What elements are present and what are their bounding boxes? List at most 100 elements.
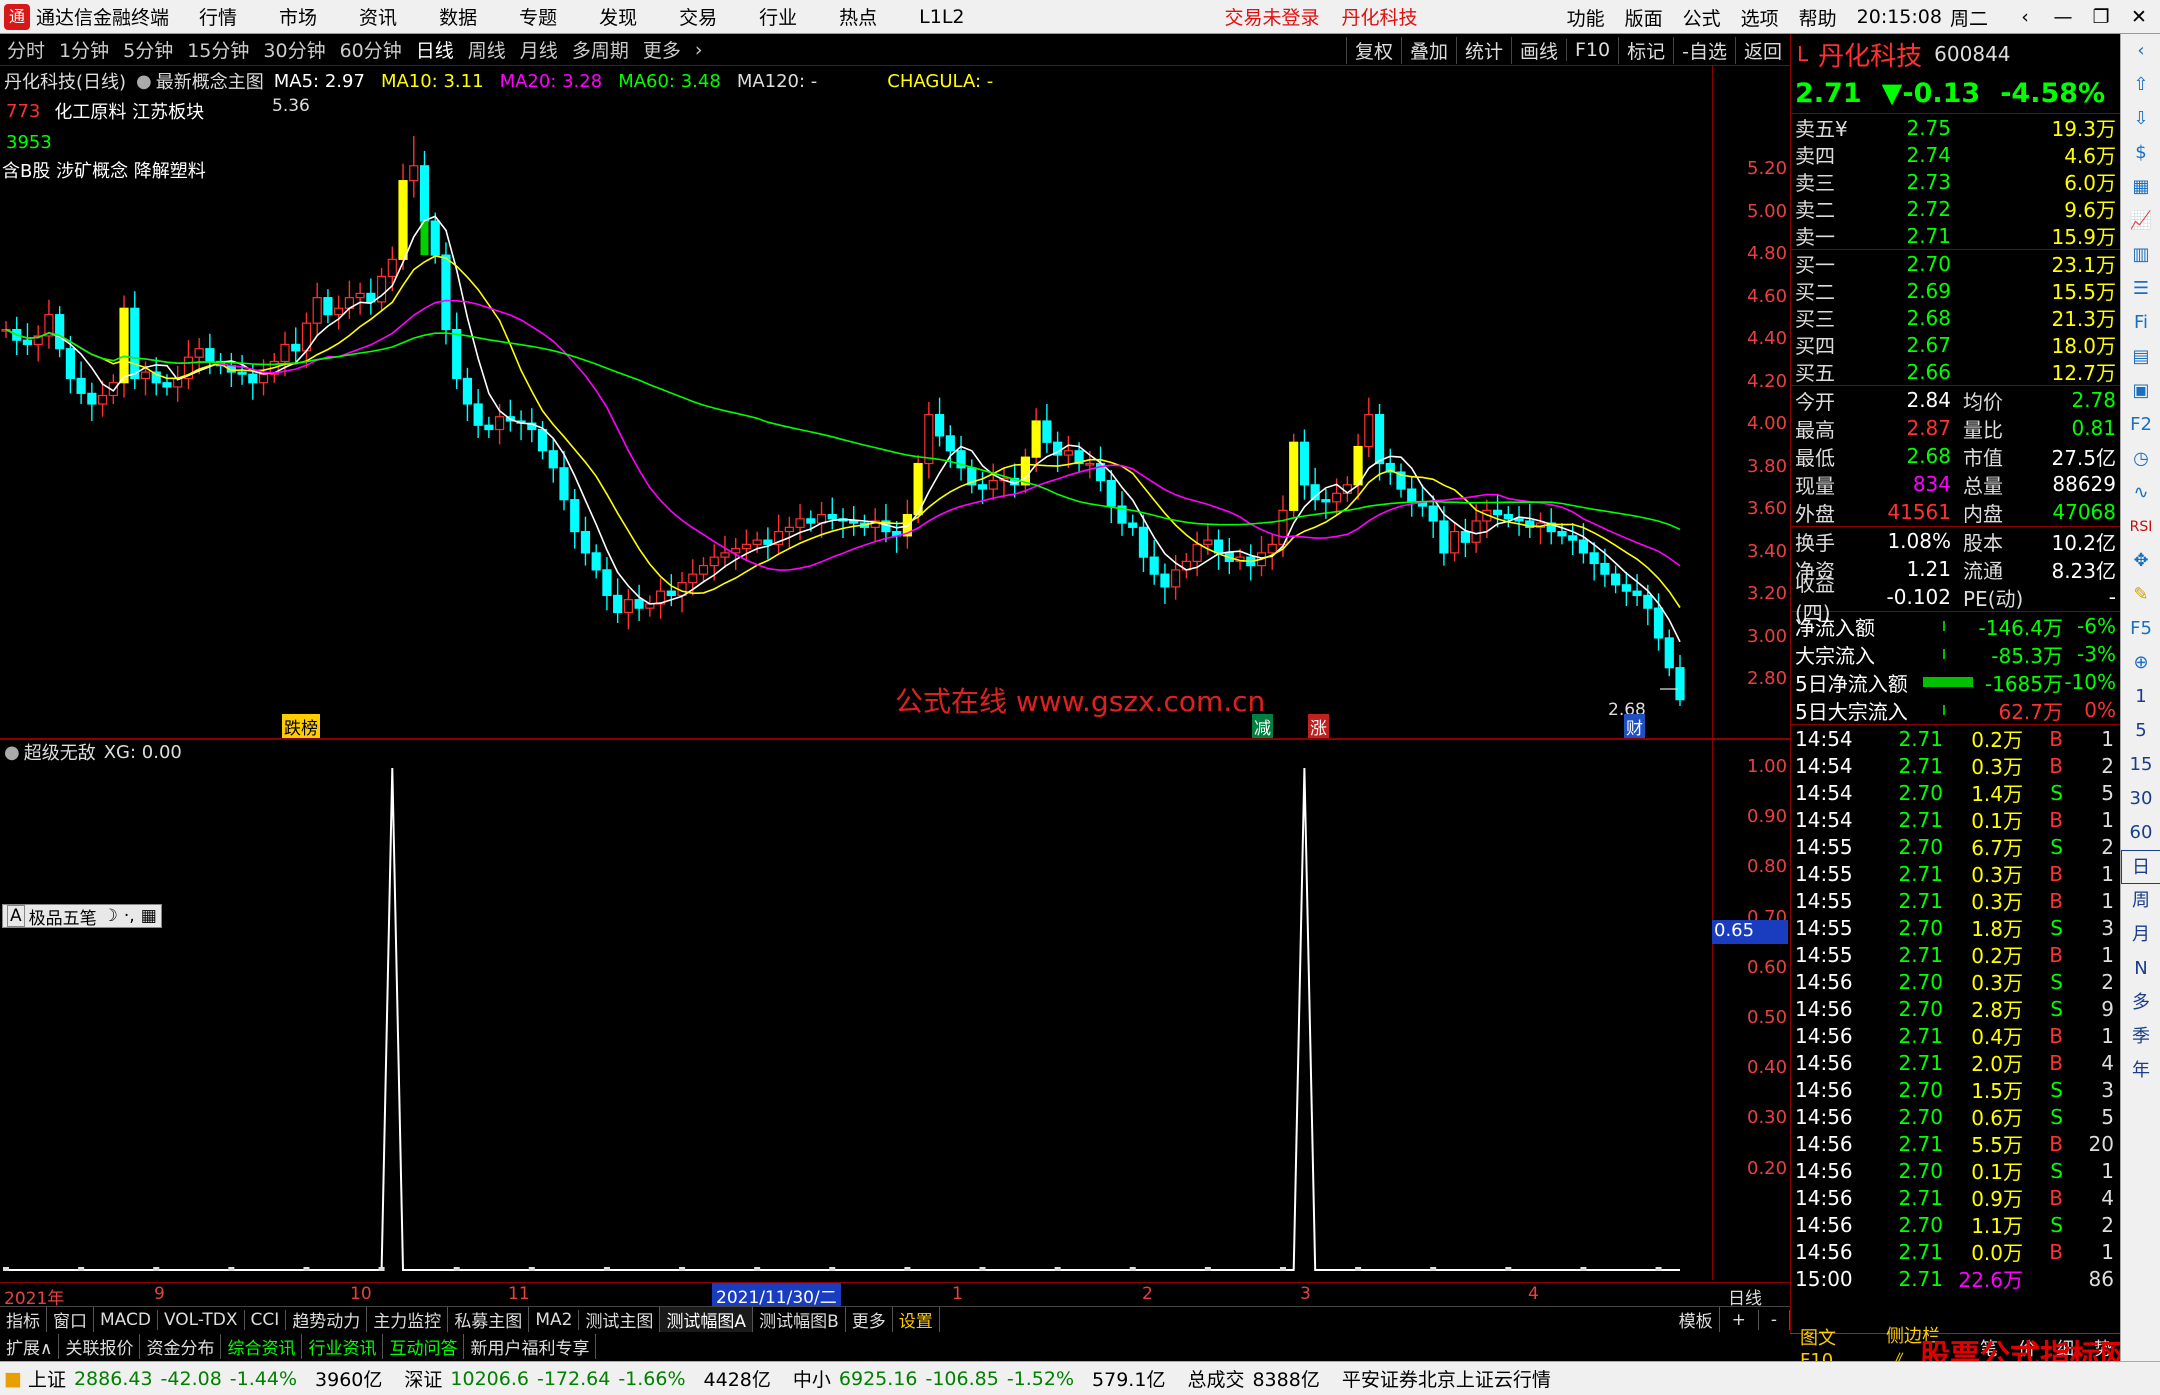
candle-body[interactable] xyxy=(398,180,408,260)
menu-item-hangye[interactable]: 行业 xyxy=(759,3,797,30)
tab-indicator[interactable]: 指标 xyxy=(0,1307,47,1332)
menu-right-xuanxiang[interactable]: 选项 xyxy=(1741,4,1779,31)
tab-test-sub-a[interactable]: 测试幅图A xyxy=(660,1307,754,1332)
candle-body[interactable] xyxy=(387,258,397,277)
candle-body[interactable] xyxy=(1106,479,1116,507)
candle-body[interactable] xyxy=(623,599,633,614)
tag-dieb[interactable]: 跌榜 xyxy=(282,714,320,739)
candle-body[interactable] xyxy=(570,499,580,533)
candle-body[interactable] xyxy=(1407,488,1417,503)
bid-row[interactable]: 买二 2.69 15.5万 xyxy=(1791,277,2120,305)
tab-news[interactable]: 综合资讯 xyxy=(221,1333,303,1359)
candle-body[interactable] xyxy=(548,450,558,469)
tag-zhang[interactable]: 涨 xyxy=(1308,714,1329,739)
f5-icon[interactable]: F5 xyxy=(2121,612,2160,646)
candle-body[interactable] xyxy=(1675,667,1685,701)
zx-label[interactable]: 中小 xyxy=(793,1365,831,1392)
tab-60min[interactable]: 60分钟 xyxy=(333,36,409,63)
candle-body[interactable] xyxy=(1289,441,1299,511)
punctuation-icon[interactable]: ·, xyxy=(124,906,135,926)
candle-body[interactable] xyxy=(1578,539,1589,554)
dollar-circle-icon[interactable]: ⊕ xyxy=(2121,646,2160,680)
add-pane-button[interactable]: + xyxy=(1720,1309,1759,1330)
candle-body[interactable] xyxy=(1138,526,1149,558)
menu-item-zhuanti[interactable]: 专题 xyxy=(519,3,557,30)
bid-row[interactable]: 买三 2.68 21.3万 xyxy=(1791,304,2120,332)
line-chart-icon[interactable]: 📈 xyxy=(2121,204,2160,238)
candle-body[interactable] xyxy=(806,518,816,524)
candle-body[interactable] xyxy=(1632,590,1642,597)
tab-vol-tdx[interactable]: VOL-TDX xyxy=(158,1309,245,1330)
tab-new-user-offer[interactable]: 新用户福利专享 xyxy=(464,1333,597,1359)
tab-test-sub-b[interactable]: 测试幅图B xyxy=(753,1307,846,1332)
sidebar-period-1[interactable]: 1 xyxy=(2121,680,2160,714)
ask-row[interactable]: 卖二 2.72 9.6万 xyxy=(1791,195,2120,223)
candle-body[interactable] xyxy=(559,467,569,501)
candle-body[interactable] xyxy=(140,371,151,380)
candle-body[interactable] xyxy=(602,569,612,597)
sidebar-period-60[interactable]: 60 xyxy=(2121,816,2160,850)
bar-chart-icon[interactable]: ▥ xyxy=(2121,238,2160,272)
candle-body[interactable] xyxy=(634,599,644,609)
indicator-chart[interactable] xyxy=(0,740,1710,1280)
candle-body[interactable] xyxy=(709,556,719,567)
op-diejia[interactable]: 叠加 xyxy=(1400,36,1456,64)
tab-fenshi[interactable]: 分时 xyxy=(0,36,52,63)
candle-body[interactable] xyxy=(430,220,440,256)
ask-row[interactable]: 卖五¥ 2.75 19.3万 xyxy=(1791,114,2120,142)
candle-body[interactable] xyxy=(784,526,794,533)
candle-body[interactable] xyxy=(1428,505,1438,522)
candle-body[interactable] xyxy=(849,520,859,524)
minimize-icon[interactable]: — xyxy=(2046,6,2080,28)
settings-circle-icon[interactable]: ● xyxy=(136,71,152,92)
menu-right-gongshi[interactable]: 公式 xyxy=(1683,4,1721,31)
candle-body[interactable] xyxy=(1450,530,1460,554)
candle-body[interactable] xyxy=(1213,539,1224,554)
tab-monthly[interactable]: 月线 xyxy=(513,36,565,63)
candle-body[interactable] xyxy=(1031,420,1041,458)
menu-item-shuju[interactable]: 数据 xyxy=(439,3,477,30)
candle-body[interactable] xyxy=(1621,584,1631,592)
arrow-down-icon[interactable]: ⇩ xyxy=(2121,102,2160,136)
candle-body[interactable] xyxy=(312,297,322,324)
bid-row[interactable]: 买五 2.66 12.7万 xyxy=(1791,358,2120,386)
op-tongji[interactable]: 统计 xyxy=(1455,36,1511,64)
menu-item-faxian[interactable]: 发现 xyxy=(599,3,637,30)
candle-body[interactable] xyxy=(537,428,548,452)
candle-body[interactable] xyxy=(55,314,65,350)
candle-body[interactable] xyxy=(1600,562,1610,575)
candle-body[interactable] xyxy=(1503,513,1513,520)
candle-body[interactable] xyxy=(1557,530,1567,537)
sidebar-period-multi[interactable]: 多 xyxy=(2121,986,2160,1020)
tab-15min[interactable]: 15分钟 xyxy=(180,36,256,63)
candle-body[interactable] xyxy=(763,539,773,545)
candle-body[interactable] xyxy=(419,165,430,222)
candle-body[interactable] xyxy=(613,594,623,614)
candle-body[interactable] xyxy=(22,339,33,346)
candlestick-chart[interactable] xyxy=(0,66,1710,738)
candle-body[interactable] xyxy=(1374,414,1385,465)
menu-item-zixun[interactable]: 资讯 xyxy=(359,3,397,30)
template-button[interactable]: 模板 xyxy=(1673,1307,1720,1332)
candle-body[interactable] xyxy=(698,565,709,575)
candle-body[interactable] xyxy=(87,392,97,405)
candle-body[interactable] xyxy=(65,348,75,380)
tab-weekly[interactable]: 周线 xyxy=(461,36,513,63)
menu-item-shichang[interactable]: 市场 xyxy=(279,3,317,30)
candle-body[interactable] xyxy=(1042,420,1052,443)
ime-a-icon[interactable]: A xyxy=(7,905,25,927)
candle-body[interactable] xyxy=(827,513,837,520)
candle-body[interactable] xyxy=(580,530,591,554)
candle-body[interactable] xyxy=(495,416,505,431)
sidebar-period-15[interactable]: 15 xyxy=(2121,748,2160,782)
collapse-icon[interactable]: ‹ xyxy=(2121,34,2160,68)
candle-body[interactable] xyxy=(291,343,301,352)
op-f10[interactable]: F10 xyxy=(1566,39,1618,61)
op-biaoji[interactable]: 标记 xyxy=(1618,36,1673,64)
sidebar-period-5[interactable]: 5 xyxy=(2121,714,2160,748)
candle-body[interactable] xyxy=(945,435,955,452)
clock-icon[interactable]: ◷ xyxy=(2121,442,2160,476)
tab-expand[interactable]: 扩展∧ xyxy=(0,1333,60,1359)
candle-body[interactable] xyxy=(237,371,247,375)
sh-label[interactable]: 上证 xyxy=(28,1365,66,1392)
